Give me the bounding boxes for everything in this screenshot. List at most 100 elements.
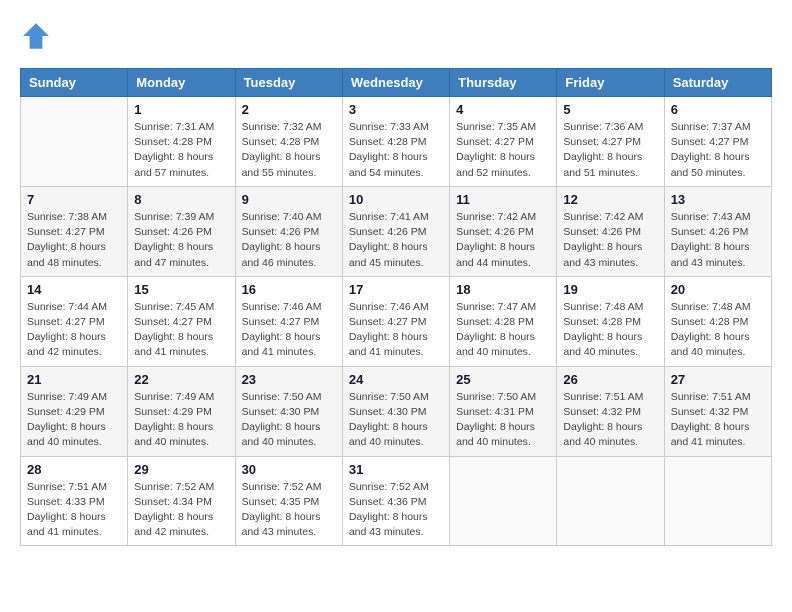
logo	[20, 20, 56, 52]
day-number: 10	[349, 192, 443, 207]
calendar-day-cell: 28 Sunrise: 7:51 AMSunset: 4:33 PMDayligh…	[21, 456, 128, 546]
calendar-day-cell: 8 Sunrise: 7:39 AMSunset: 4:26 PMDaylight…	[128, 186, 235, 276]
day-info: Sunrise: 7:48 AMSunset: 4:28 PMDaylight:…	[563, 300, 657, 361]
day-number: 29	[134, 462, 228, 477]
day-info: Sunrise: 7:32 AMSunset: 4:28 PMDaylight:…	[242, 120, 336, 181]
calendar-day-cell: 20 Sunrise: 7:48 AMSunset: 4:28 PMDayligh…	[664, 276, 771, 366]
calendar-day-cell: 23 Sunrise: 7:50 AMSunset: 4:30 PMDayligh…	[235, 366, 342, 456]
day-number: 20	[671, 282, 765, 297]
day-info: Sunrise: 7:31 AMSunset: 4:28 PMDaylight:…	[134, 120, 228, 181]
day-number: 15	[134, 282, 228, 297]
day-number: 6	[671, 102, 765, 117]
day-info: Sunrise: 7:47 AMSunset: 4:28 PMDaylight:…	[456, 300, 550, 361]
day-number: 13	[671, 192, 765, 207]
day-info: Sunrise: 7:52 AMSunset: 4:35 PMDaylight:…	[242, 480, 336, 541]
day-info: Sunrise: 7:49 AMSunset: 4:29 PMDaylight:…	[27, 390, 121, 451]
day-info: Sunrise: 7:48 AMSunset: 4:28 PMDaylight:…	[671, 300, 765, 361]
day-info: Sunrise: 7:52 AMSunset: 4:34 PMDaylight:…	[134, 480, 228, 541]
day-info: Sunrise: 7:36 AMSunset: 4:27 PMDaylight:…	[563, 120, 657, 181]
calendar-day-cell: 18 Sunrise: 7:47 AMSunset: 4:28 PMDayligh…	[450, 276, 557, 366]
calendar-day-cell: 12 Sunrise: 7:42 AMSunset: 4:26 PMDayligh…	[557, 186, 664, 276]
calendar-day-cell: 21Sunrise: 7:49 AMSunset: 4:29 PMDayligh…	[21, 366, 128, 456]
day-number: 9	[242, 192, 336, 207]
day-number: 16	[242, 282, 336, 297]
weekday-header: Friday	[557, 69, 664, 97]
calendar-day-cell: 7 Sunrise: 7:38 AMSunset: 4:27 PMDaylight…	[21, 186, 128, 276]
day-info: Sunrise: 7:42 AMSunset: 4:26 PMDaylight:…	[456, 210, 550, 271]
weekday-header: Wednesday	[342, 69, 449, 97]
day-info: Sunrise: 7:39 AMSunset: 4:26 PMDaylight:…	[134, 210, 228, 271]
calendar-day-cell: 3 Sunrise: 7:33 AMSunset: 4:28 PMDaylight…	[342, 97, 449, 187]
day-info: Sunrise: 7:50 AMSunset: 4:30 PMDaylight:…	[242, 390, 336, 451]
day-number: 14	[27, 282, 121, 297]
calendar-day-cell: 2Sunrise: 7:32 AMSunset: 4:28 PMDaylight…	[235, 97, 342, 187]
day-number: 27	[671, 372, 765, 387]
day-number: 3	[349, 102, 443, 117]
day-info: Sunrise: 7:42 AMSunset: 4:26 PMDaylight:…	[563, 210, 657, 271]
day-number: 22	[134, 372, 228, 387]
day-number: 17	[349, 282, 443, 297]
day-number: 12	[563, 192, 657, 207]
calendar-day-cell	[664, 456, 771, 546]
day-info: Sunrise: 7:37 AMSunset: 4:27 PMDaylight:…	[671, 120, 765, 181]
day-number: 31	[349, 462, 443, 477]
day-number: 19	[563, 282, 657, 297]
day-info: Sunrise: 7:41 AMSunset: 4:26 PMDaylight:…	[349, 210, 443, 271]
day-number: 30	[242, 462, 336, 477]
calendar-week-row: 21Sunrise: 7:49 AMSunset: 4:29 PMDayligh…	[21, 366, 772, 456]
calendar-day-cell: 11 Sunrise: 7:42 AMSunset: 4:26 PMDayligh…	[450, 186, 557, 276]
calendar-day-cell	[557, 456, 664, 546]
day-info: Sunrise: 7:40 AMSunset: 4:26 PMDaylight:…	[242, 210, 336, 271]
day-number: 8	[134, 192, 228, 207]
day-info: Sunrise: 7:46 AMSunset: 4:27 PMDaylight:…	[349, 300, 443, 361]
day-info: Sunrise: 7:51 AMSunset: 4:32 PMDaylight:…	[563, 390, 657, 451]
calendar-day-cell: 14 Sunrise: 7:44 AMSunset: 4:27 PMDayligh…	[21, 276, 128, 366]
day-info: Sunrise: 7:49 AMSunset: 4:29 PMDaylight:…	[134, 390, 228, 451]
day-number: 1	[134, 102, 228, 117]
weekday-header: Tuesday	[235, 69, 342, 97]
calendar-day-cell	[450, 456, 557, 546]
weekday-header: Thursday	[450, 69, 557, 97]
weekday-header: Sunday	[21, 69, 128, 97]
day-info: Sunrise: 7:44 AMSunset: 4:27 PMDaylight:…	[27, 300, 121, 361]
day-number: 23	[242, 372, 336, 387]
day-info: Sunrise: 7:51 AMSunset: 4:32 PMDaylight:…	[671, 390, 765, 451]
day-info: Sunrise: 7:52 AMSunset: 4:36 PMDaylight:…	[349, 480, 443, 541]
day-info: Sunrise: 7:38 AMSunset: 4:27 PMDaylight:…	[27, 210, 121, 271]
calendar-week-row: 7 Sunrise: 7:38 AMSunset: 4:27 PMDaylight…	[21, 186, 772, 276]
day-info: Sunrise: 7:35 AMSunset: 4:27 PMDaylight:…	[456, 120, 550, 181]
day-number: 28	[27, 462, 121, 477]
calendar-day-cell: 27 Sunrise: 7:51 AMSunset: 4:32 PMDayligh…	[664, 366, 771, 456]
day-info: Sunrise: 7:43 AMSunset: 4:26 PMDaylight:…	[671, 210, 765, 271]
calendar-day-cell: 13 Sunrise: 7:43 AMSunset: 4:26 PMDayligh…	[664, 186, 771, 276]
calendar-header-row: SundayMondayTuesdayWednesdayThursdayFrid…	[21, 69, 772, 97]
day-number: 4	[456, 102, 550, 117]
logo-icon	[20, 20, 52, 52]
calendar-day-cell: 16Sunrise: 7:46 AMSunset: 4:27 PMDayligh…	[235, 276, 342, 366]
calendar-day-cell: 17 Sunrise: 7:46 AMSunset: 4:27 PMDayligh…	[342, 276, 449, 366]
calendar-table: SundayMondayTuesdayWednesdayThursdayFrid…	[20, 68, 772, 546]
day-number: 7	[27, 192, 121, 207]
day-number: 18	[456, 282, 550, 297]
day-info: Sunrise: 7:50 AMSunset: 4:30 PMDaylight:…	[349, 390, 443, 451]
calendar-day-cell: 10 Sunrise: 7:41 AMSunset: 4:26 PMDayligh…	[342, 186, 449, 276]
day-number: 26	[563, 372, 657, 387]
calendar-day-cell: 15 Sunrise: 7:45 AMSunset: 4:27 PMDayligh…	[128, 276, 235, 366]
day-info: Sunrise: 7:33 AMSunset: 4:28 PMDaylight:…	[349, 120, 443, 181]
day-info: Sunrise: 7:45 AMSunset: 4:27 PMDaylight:…	[134, 300, 228, 361]
calendar-day-cell: 26 Sunrise: 7:51 AMSunset: 4:32 PMDayligh…	[557, 366, 664, 456]
calendar-day-cell: 30 Sunrise: 7:52 AMSunset: 4:35 PMDayligh…	[235, 456, 342, 546]
weekday-header: Saturday	[664, 69, 771, 97]
day-info: Sunrise: 7:50 AMSunset: 4:31 PMDaylight:…	[456, 390, 550, 451]
day-number: 11	[456, 192, 550, 207]
day-number: 25	[456, 372, 550, 387]
calendar-day-cell: 1 Sunrise: 7:31 AMSunset: 4:28 PMDaylight…	[128, 97, 235, 187]
calendar-week-row: 28 Sunrise: 7:51 AMSunset: 4:33 PMDayligh…	[21, 456, 772, 546]
calendar-day-cell: 5 Sunrise: 7:36 AMSunset: 4:27 PMDaylight…	[557, 97, 664, 187]
calendar-day-cell: 25 Sunrise: 7:50 AMSunset: 4:31 PMDayligh…	[450, 366, 557, 456]
day-number: 24	[349, 372, 443, 387]
calendar-day-cell: 4 Sunrise: 7:35 AMSunset: 4:27 PMDaylight…	[450, 97, 557, 187]
day-number: 5	[563, 102, 657, 117]
day-info: Sunrise: 7:51 AMSunset: 4:33 PMDaylight:…	[27, 480, 121, 541]
calendar-day-cell: 19 Sunrise: 7:48 AMSunset: 4:28 PMDayligh…	[557, 276, 664, 366]
